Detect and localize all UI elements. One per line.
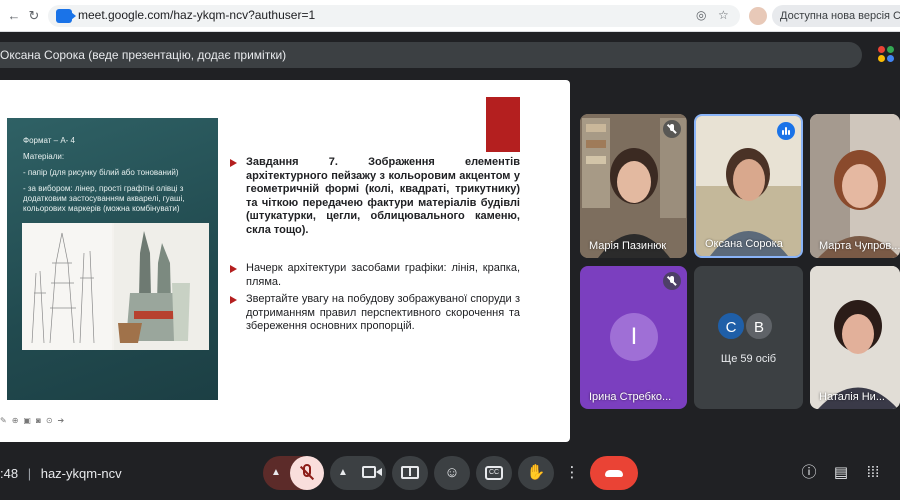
participant-tile[interactable]: Марія Пазинюк [580,114,687,258]
meeting-separator: | [27,466,32,481]
bullet-marker [230,296,237,304]
meeting-time: :48 [0,466,19,481]
camera-small-icon[interactable]: ◙ [36,416,41,425]
captions-icon: CC [485,466,503,480]
more-options-button[interactable]: ⋮ [560,456,584,490]
point3-block: Звертайте увагу на побудову зображуваної… [230,293,520,334]
participant-tile-active[interactable]: Оксана Сорока [694,114,803,258]
slide-toolbar: ✎ ⊕ ▣ ◙ ⊙ ➔ [0,416,69,430]
chat-icon[interactable]: ▤ [832,464,850,482]
url-text: meet.google.com/haz-ykqm-ncv?authuser=1 [78,8,316,22]
star-icon[interactable]: ☆ [718,8,729,22]
speaking-icon [777,122,795,140]
emoji-icon: ☺ [444,464,460,481]
mic-options-chevron-icon[interactable]: ▲ [263,464,289,482]
accent-bar [486,97,520,152]
participant-avatar: С [716,311,746,341]
eye-off-icon[interactable]: ◎ [696,8,706,22]
activities-icon[interactable]: ⁞⁞⁞ [864,464,882,482]
pen-icon[interactable]: ✎ [0,416,7,425]
hang-up-button[interactable] [590,456,638,490]
sketch-image [22,223,209,350]
more-participants-label: Ще 59 осіб [720,353,777,365]
mic-off-icon [663,120,681,138]
participant-tile[interactable]: Наталія Ни... [810,266,900,409]
raise-hand-icon: ✋ [526,464,546,481]
point2-block: Начерк архітектури засобами графіки: лін… [230,262,520,289]
present-arrow [409,468,411,476]
grid-icon[interactable]: ▣ [23,416,31,425]
raise-hand-button[interactable]: ✋ [518,456,554,490]
camera-control-group: ▲ [330,456,386,490]
back-arrow-icon[interactable]: ← [6,8,22,24]
point2-text: Начерк архітектури засобами графіки: лін… [246,262,520,288]
update-notice[interactable]: Доступна нова версія Chrome [772,5,900,27]
more-icon: ⋮ [564,464,580,481]
profile-avatar[interactable] [749,7,767,25]
bullet-marker [230,159,237,167]
zoom-icon[interactable]: ⊕ [12,416,19,425]
meeting-code: haz-ykqm-ncv [40,466,122,481]
hang-up-icon [605,470,623,477]
materials-choice: - за вибором: лінер, прості графітні олі… [23,184,185,213]
captions-button[interactable]: CC [476,456,512,490]
participant-name: Ірина Стребко... [589,391,672,403]
video-feed [810,266,900,409]
camera-options-chevron-icon[interactable]: ▲ [330,464,356,482]
participant-tile[interactable]: Марта Чупров... [810,114,900,258]
participant-name: Марія Пазинюк [589,240,667,252]
mic-off-icon [663,272,681,290]
next-icon[interactable]: ➔ [58,416,65,425]
mic-off-button[interactable] [290,456,324,490]
presenter-banner: Оксана Сорока (веде презентацію, додає п… [0,42,862,68]
mic-control-group: ▲ [263,456,324,490]
participant-name: Марта Чупров... [819,240,900,252]
emoji-button[interactable]: ☺ [434,456,470,490]
meeting-info: :48 | haz-ykqm-ncv [0,466,122,481]
info-icon[interactable]: ⓘ [800,464,818,482]
participant-avatar: І [610,313,658,361]
options-icon[interactable]: ⊙ [46,416,53,425]
format-label: Формат – А- 4 [23,136,75,145]
bullet-marker [230,265,237,273]
materials-paper: - папір (для рисунку білий або тонований… [23,168,179,177]
meeting-controls-bar: :48 | haz-ykqm-ncv ▲ ▲ ☺ CC ✋ ⋮ ⓘ ▤ ⁞⁞⁞ [0,452,900,500]
browser-toolbar: ← ↻ meet.google.com/haz-ykqm-ncv?authuse… [0,0,900,32]
apps-icon[interactable] [876,44,896,64]
task-text: Завдання 7. Зображення елементів архітек… [246,156,520,236]
materials-title: Матеріали: [23,152,65,161]
participant-name: Оксана Сорока [705,238,783,250]
participant-tile[interactable]: І Ірина Стребко... [580,266,687,409]
participant-avatar: В [744,311,774,341]
reload-icon[interactable]: ↻ [26,8,42,24]
camera-icon[interactable] [362,466,376,478]
address-bar[interactable]: meet.google.com/haz-ykqm-ncv?authuser=1 … [48,5,740,27]
sketch-drawing [22,223,209,350]
more-participants-tile[interactable]: С В Ще 59 осіб [694,266,803,409]
present-button[interactable] [392,456,428,490]
participant-name: Наталія Ни... [819,391,885,403]
task-block: Завдання 7. Зображення елементів архітек… [230,156,520,237]
video-feed [810,114,900,258]
presentation-slide: Формат – А- 4 Матеріали: - папір (для ри… [0,80,570,442]
presenter-banner-text: Оксана Сорока (веде презентацію, додає п… [0,48,287,62]
point3-text: Звертайте увагу на побудову зображуваної… [246,293,520,332]
camera-lens [376,468,382,476]
meet-logo-icon [56,9,76,23]
